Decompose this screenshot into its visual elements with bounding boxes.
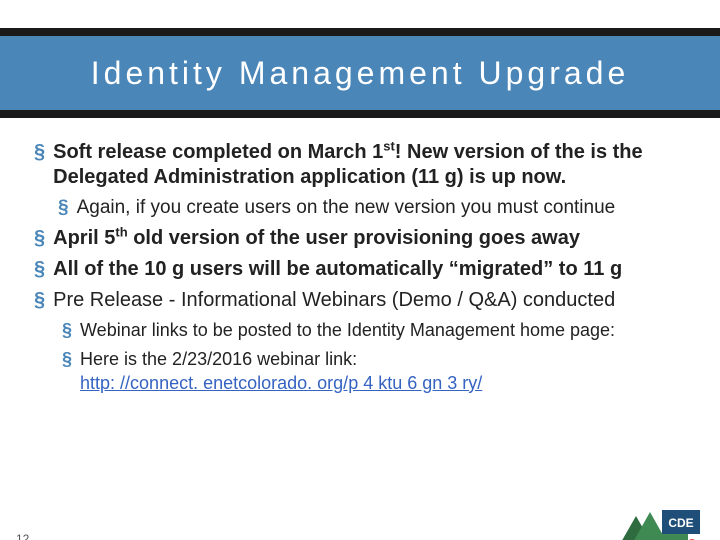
bullet-mark-icon: § — [34, 257, 45, 282]
bullet-text: April 5th old version of the user provis… — [53, 226, 686, 251]
cde-co-logo: CDE CO — [612, 500, 702, 540]
bullet-mark-icon: § — [34, 288, 45, 313]
bullet-level1: § April 5th old version of the user prov… — [34, 226, 686, 251]
logo-svg: CDE CO — [612, 500, 702, 540]
bullet-level2: § Again, if you create users on the new … — [34, 196, 686, 220]
bullet-text: Webinar links to be posted to the Identi… — [80, 319, 686, 342]
page-number: 12 — [16, 532, 29, 540]
bullet-mark-icon: § — [58, 196, 69, 220]
bullet-level1: § Pre Release - Informational Webinars (… — [34, 288, 686, 313]
bullet-level1: § All of the 10 g users will be automati… — [34, 257, 686, 282]
text-fragment: Here is the 2/23/2016 webinar link: — [80, 349, 357, 369]
text-fragment: Soft release completed on March 1 — [53, 141, 383, 163]
bullet-level3: § Webinar links to be posted to the Iden… — [34, 319, 686, 342]
ordinal-suffix: th — [115, 224, 127, 239]
bullet-mark-icon: § — [34, 140, 45, 190]
bullet-text: Here is the 2/23/2016 webinar link: http… — [80, 348, 686, 395]
bullet-text: Pre Release - Informational Webinars (De… — [53, 288, 686, 313]
logo-top-text: CDE — [668, 516, 693, 530]
bullet-mark-icon: § — [62, 319, 72, 342]
bullet-level1: § Soft release completed on March 1st! N… — [34, 140, 686, 190]
bullet-text: All of the 10 g users will be automatica… — [53, 257, 686, 282]
text-fragment: old version of the user provisioning goe… — [128, 227, 580, 249]
slide-title: Identity Management Upgrade — [91, 55, 629, 92]
bullet-text: Again, if you create users on the new ve… — [77, 196, 686, 220]
ordinal-suffix: st — [383, 138, 395, 153]
bullet-mark-icon: § — [34, 226, 45, 251]
slide: Identity Management Upgrade § Soft relea… — [0, 28, 720, 540]
webinar-link[interactable]: http: //connect. enetcolorado. org/p 4 k… — [80, 373, 482, 393]
content-area: § Soft release completed on March 1st! N… — [0, 118, 720, 395]
bullet-level3: § Here is the 2/23/2016 webinar link: ht… — [34, 348, 686, 395]
bullet-mark-icon: § — [62, 348, 72, 395]
text-fragment: April 5 — [53, 227, 115, 249]
bullet-text: Soft release completed on March 1st! New… — [53, 140, 686, 190]
title-band: Identity Management Upgrade — [0, 28, 720, 118]
